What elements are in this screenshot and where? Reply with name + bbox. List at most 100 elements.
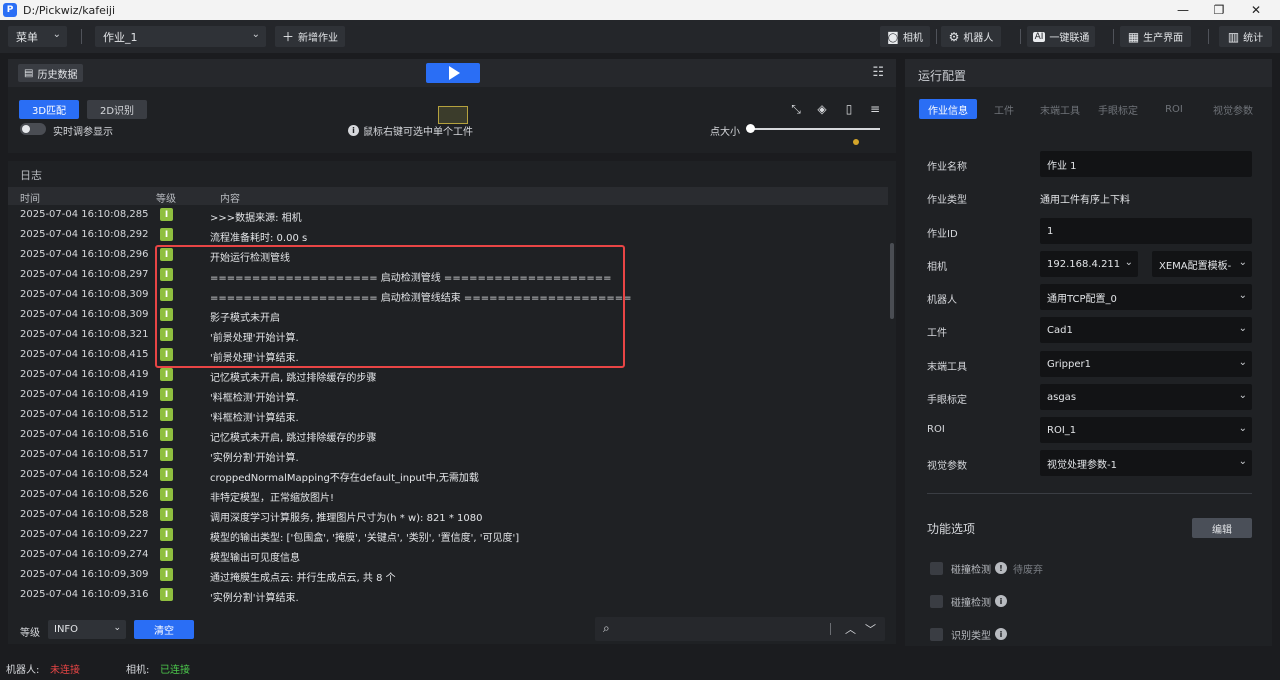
tab-hand-eye[interactable]: 手眼标定 bbox=[1093, 99, 1143, 119]
one-click-connect-button[interactable]: AI 一键联通 bbox=[1027, 26, 1095, 47]
bar-chart-icon: ▥ bbox=[1227, 29, 1240, 44]
point-size-slider[interactable] bbox=[746, 124, 755, 133]
option-recognition-type: 识别类型 i bbox=[930, 626, 1007, 642]
run-button[interactable] bbox=[426, 63, 480, 83]
point-size-label: 点大小 bbox=[710, 127, 740, 138]
log-content: '料框检测'开始计算. bbox=[210, 393, 299, 404]
toolbar-divider bbox=[1020, 29, 1021, 44]
field-vision-params: 视觉参数 视觉处理参数-1 ⌄ bbox=[905, 450, 1272, 476]
lock-icon bbox=[853, 139, 859, 145]
cube-view-icon[interactable]: ◈ bbox=[814, 101, 830, 117]
settings-icon[interactable]: ☷ bbox=[872, 65, 884, 80]
recognition-type-checkbox[interactable] bbox=[930, 627, 943, 641]
menu-icon[interactable]: ≡ bbox=[867, 101, 883, 117]
log-row[interactable]: 2025-07-04 16:10:09,309 I 通过掩膜生成点云: 并行生成点云… bbox=[8, 565, 888, 585]
info-level-icon: I bbox=[160, 508, 173, 521]
log-row[interactable]: 2025-07-04 16:10:08,526 I 非特定模型，正常缩放图片! bbox=[8, 485, 888, 505]
info-icon[interactable]: i bbox=[995, 628, 1007, 640]
log-row[interactable]: 2025-07-04 16:10:08,528 I 调用深度学习计算服务, 推理图片… bbox=[8, 505, 888, 525]
log-row[interactable]: 2025-07-04 16:10:08,517 I '实例分割'开始计算. bbox=[8, 445, 888, 465]
collision-checkbox[interactable] bbox=[930, 561, 943, 575]
search-next-icon[interactable]: ﹀ bbox=[865, 621, 876, 637]
side-view-icon[interactable]: ▯ bbox=[841, 101, 857, 117]
vision-params-select[interactable]: 视觉处理参数-1 ⌄ bbox=[1040, 450, 1252, 476]
run-config-panel: 运行配置 作业信息 工件 末端工具 手眼标定 ROI 视觉参数 作业名称 作业 … bbox=[905, 59, 1272, 646]
mode-2d-recognize-button[interactable]: 2D识别 bbox=[87, 100, 147, 119]
production-icon: ▦ bbox=[1127, 29, 1140, 44]
camera-template-select[interactable]: XEMA配置模板- ⌄ bbox=[1152, 251, 1252, 277]
history-data-button[interactable]: ▤ 历史数据 bbox=[18, 64, 84, 82]
statistics-button[interactable]: ▥ 统计 bbox=[1219, 26, 1272, 47]
end-tool-select[interactable]: Gripper1 ⌄ bbox=[1040, 351, 1252, 377]
robot-arm-icon: ⚙ bbox=[948, 29, 960, 44]
new-job-button[interactable]: ＋ 新增作业 bbox=[275, 26, 345, 47]
camera-select-value: 192.168.4.211 bbox=[1047, 258, 1121, 270]
fit-view-icon[interactable]: ⤡ bbox=[788, 101, 804, 117]
robot-select[interactable]: 通用TCP配置_0 ⌄ bbox=[1040, 284, 1252, 310]
menu-dropdown[interactable]: 菜单 ⌄ bbox=[8, 26, 67, 47]
field-workpiece: 工件 Cad1 ⌄ bbox=[905, 317, 1272, 343]
workpiece-select[interactable]: Cad1 ⌄ bbox=[1040, 317, 1252, 343]
production-view-button[interactable]: ▦ 生产界面 bbox=[1120, 26, 1191, 47]
level-filter-select[interactable]: INFO ⌄ bbox=[48, 620, 126, 639]
point-size-track[interactable] bbox=[750, 128, 880, 130]
realtime-toggle[interactable] bbox=[20, 123, 46, 135]
log-row[interactable]: 2025-07-04 16:10:08,524 IcroppedNormalMap… bbox=[8, 465, 888, 485]
window-title: D:/Pickwiz/kafeiji bbox=[23, 3, 116, 17]
tab-roi[interactable]: ROI bbox=[1159, 99, 1189, 119]
workpiece-select-value: Cad1 bbox=[1047, 324, 1073, 336]
log-content: 模型输出可见度信息 bbox=[210, 553, 300, 564]
minimize-button[interactable]: — bbox=[1165, 0, 1201, 20]
info-level-icon: I bbox=[160, 448, 173, 461]
log-row[interactable]: 2025-07-04 16:10:08,419 I 记忆模式未开启, 跳过排除缓存的… bbox=[8, 365, 888, 385]
tab-vision-params[interactable]: 视觉参数 bbox=[1207, 99, 1259, 119]
info-level-icon: I bbox=[160, 528, 173, 541]
log-row[interactable]: 2025-07-04 16:10:09,274 I 模型输出可见度信息 bbox=[8, 545, 888, 565]
option-label: 碰撞检测 bbox=[951, 564, 991, 576]
log-content: >>>数据来源: 相机 bbox=[210, 213, 302, 224]
search-prev-icon[interactable]: ︿ bbox=[845, 621, 856, 637]
log-search-input[interactable] bbox=[625, 621, 815, 637]
hand-eye-select-value: asgas bbox=[1047, 391, 1077, 403]
roi-select[interactable]: ROI_1 ⌄ bbox=[1040, 417, 1252, 443]
chevron-down-icon: ⌄ bbox=[1238, 257, 1247, 268]
camera-select[interactable]: 192.168.4.211 ⌄ bbox=[1040, 251, 1138, 277]
run-config-header: 运行配置 bbox=[905, 59, 1272, 87]
production-label: 生产界面 bbox=[1143, 33, 1184, 44]
log-panel: 日志 时间 等级 内容 2025-07-04 16:10:08,285 I >>>数… bbox=[8, 161, 896, 644]
log-row[interactable]: 2025-07-04 16:10:09,227 I 模型的输出类型: ['包围盒',… bbox=[8, 525, 888, 545]
log-row[interactable]: 2025-07-04 16:10:08,285 I >>>数据来源: 相机 bbox=[8, 205, 888, 225]
mode-3d-match-button[interactable]: 3D匹配 bbox=[19, 100, 79, 119]
info-icon[interactable]: i bbox=[995, 595, 1007, 607]
camera-icon: ◙ bbox=[887, 29, 899, 44]
tab-end-tool[interactable]: 末端工具 bbox=[1035, 99, 1085, 119]
job-select[interactable]: 作业_1 ⌄ bbox=[95, 26, 266, 47]
log-row[interactable]: 2025-07-04 16:10:08,292 I 流程准备耗时: 0.00 s bbox=[8, 225, 888, 245]
log-row[interactable]: 2025-07-04 16:10:09,316 I '实例分割'计算结束. bbox=[8, 585, 888, 605]
log-time: 2025-07-04 16:10:08,419 bbox=[20, 369, 149, 380]
log-row[interactable]: 2025-07-04 16:10:08,419 I '料框检测'开始计算. bbox=[8, 385, 888, 405]
edit-button[interactable]: 编辑 bbox=[1192, 518, 1252, 538]
camera-button[interactable]: ◙ 相机 bbox=[880, 26, 930, 47]
close-button[interactable]: ✕ bbox=[1238, 0, 1274, 20]
tab-workpiece[interactable]: 工件 bbox=[987, 99, 1021, 119]
log-scrollbar[interactable] bbox=[890, 243, 894, 319]
job-name-input[interactable]: 作业 1 bbox=[1040, 151, 1252, 177]
hand-eye-select[interactable]: asgas ⌄ bbox=[1040, 384, 1252, 410]
one-click-label: 一键联通 bbox=[1049, 33, 1090, 44]
robot-button[interactable]: ⚙ 机器人 bbox=[941, 26, 1001, 47]
maximize-button[interactable]: ❐ bbox=[1201, 0, 1237, 20]
level-filter-value: INFO bbox=[54, 624, 79, 635]
job-id-input[interactable]: 1 bbox=[1040, 218, 1252, 244]
end-tool-select-value: Gripper1 bbox=[1047, 358, 1091, 370]
help-icon[interactable]: ! bbox=[995, 562, 1007, 574]
collision-checkbox[interactable] bbox=[930, 594, 943, 608]
level-filter-label: 等级 bbox=[20, 628, 40, 639]
log-row[interactable]: 2025-07-04 16:10:08,516 I 记忆模式未开启, 跳过排除缓存的… bbox=[8, 425, 888, 445]
chevron-down-icon: ⌄ bbox=[1238, 357, 1247, 368]
tab-job-info[interactable]: 作业信息 bbox=[919, 99, 977, 119]
clear-log-button[interactable]: 清空 bbox=[134, 620, 194, 639]
toolbar-divider bbox=[936, 29, 937, 44]
log-row[interactable]: 2025-07-04 16:10:08,512 I '料框检测'计算结束. bbox=[8, 405, 888, 425]
point-cloud-thumbnail[interactable] bbox=[438, 106, 468, 124]
